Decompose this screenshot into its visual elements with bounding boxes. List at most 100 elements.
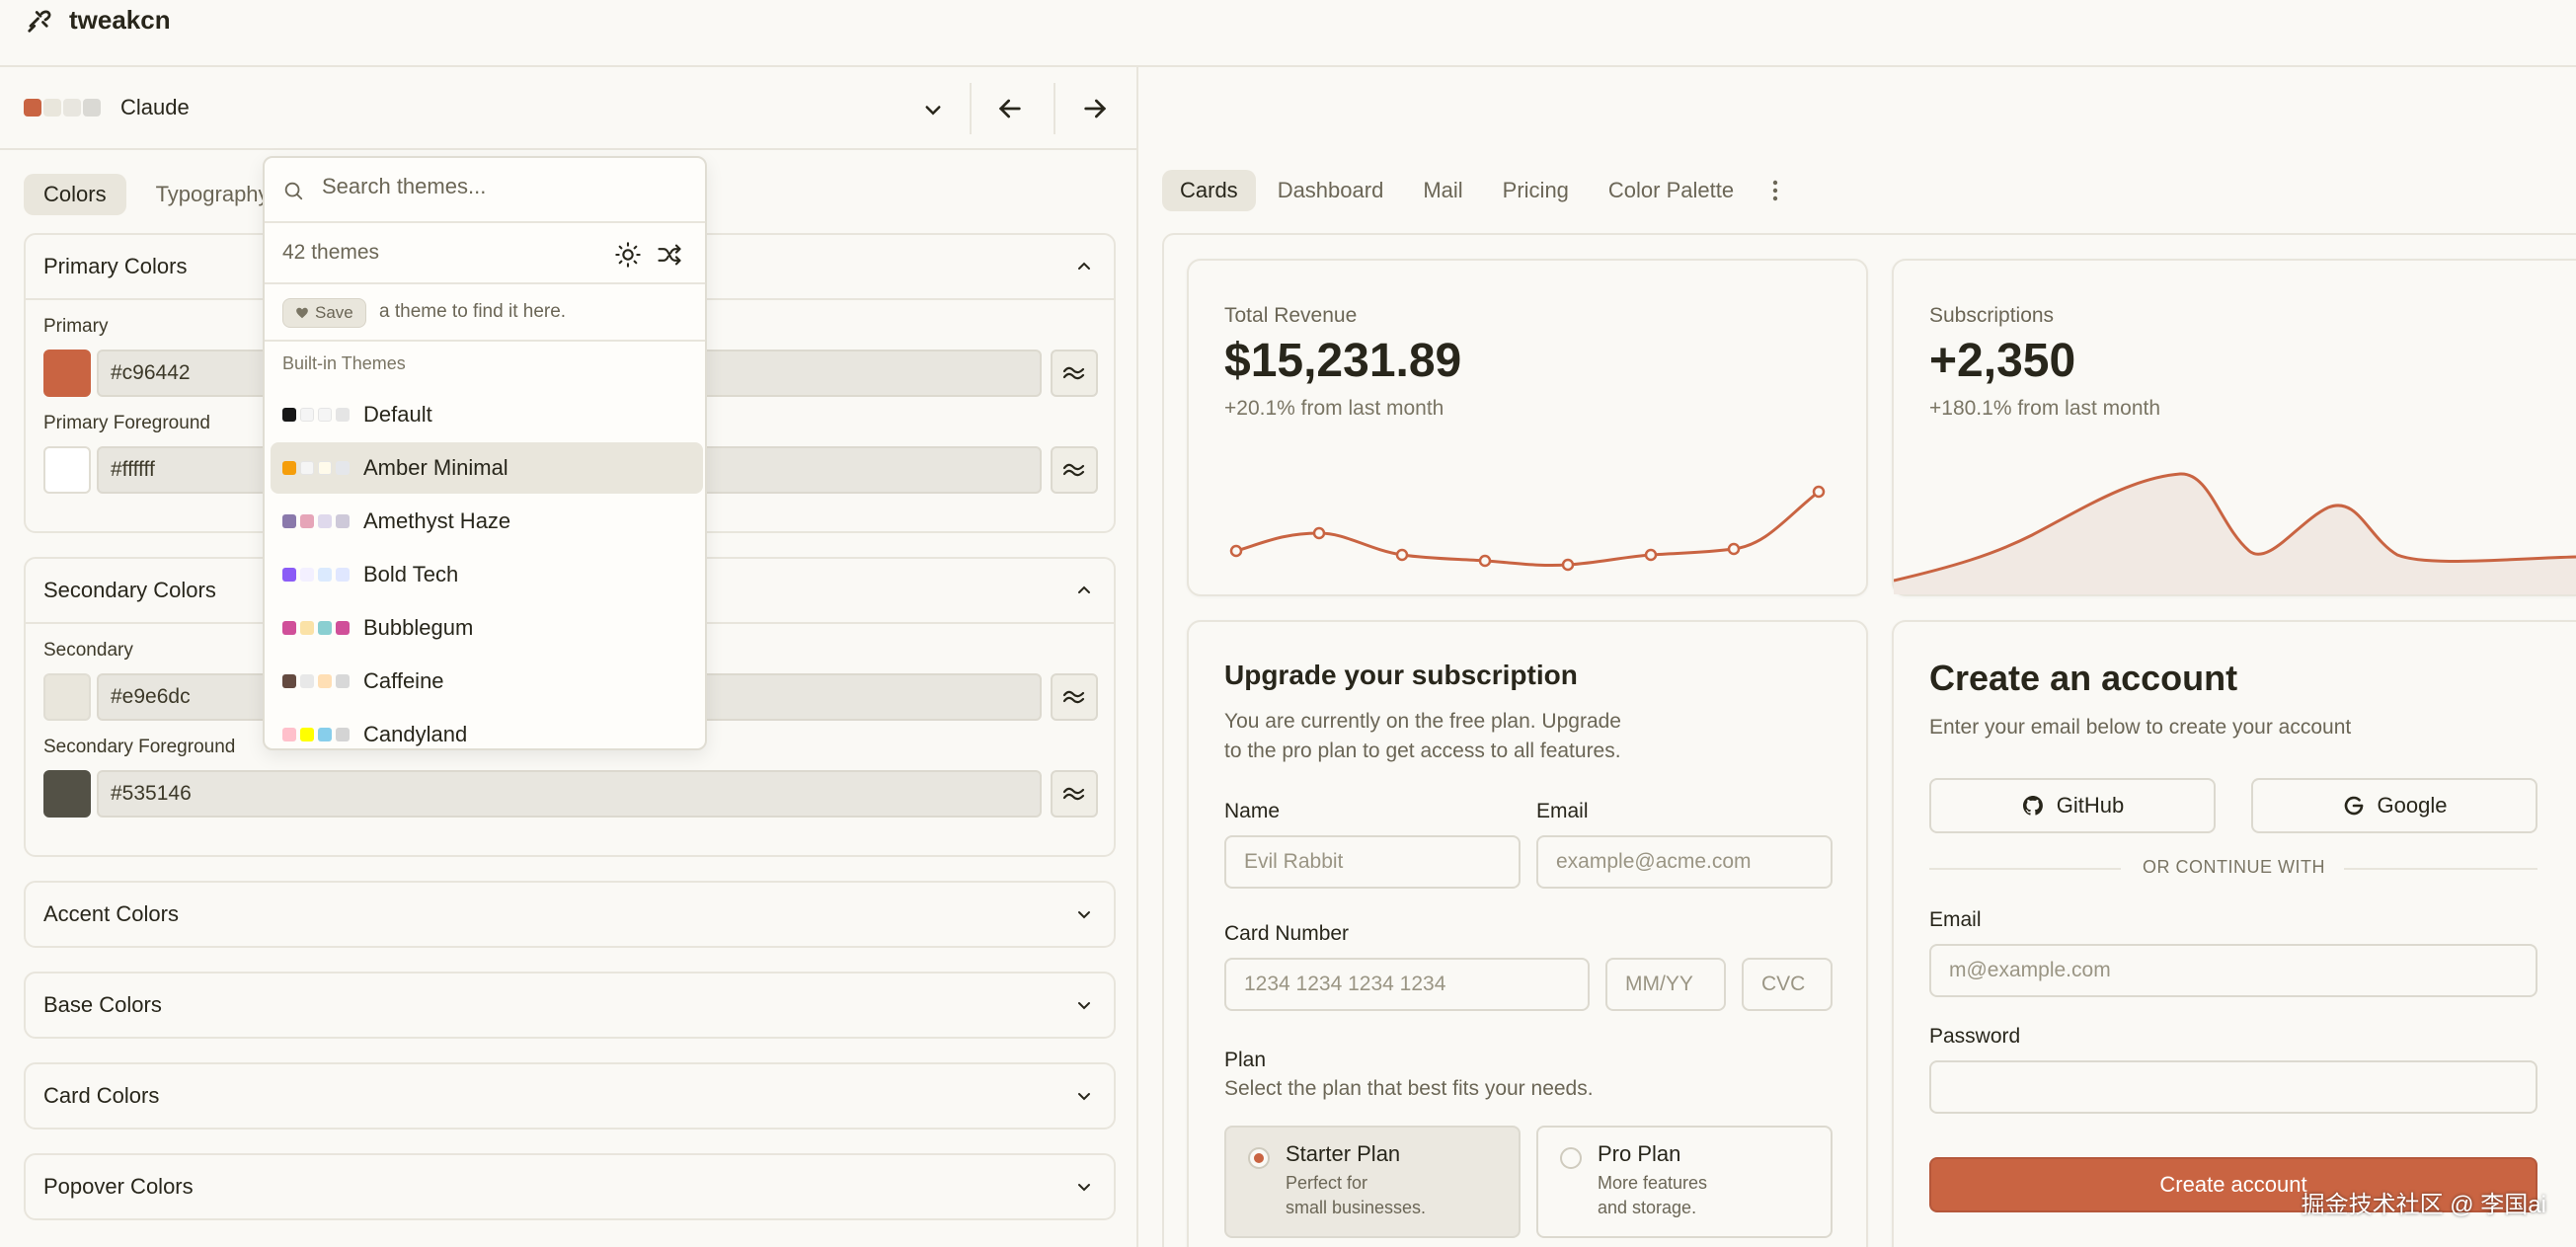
sun-icon[interactable] bbox=[614, 241, 642, 269]
theme-swatch bbox=[24, 99, 41, 117]
preview-panel: Cards Dashboard Mail Pricing Color Palet… bbox=[1140, 150, 2576, 1247]
tailwind-icon bbox=[1062, 366, 1085, 380]
more-vertical-icon[interactable] bbox=[1763, 171, 1787, 210]
tailwind-color-button[interactable] bbox=[1051, 673, 1098, 721]
group-label: Built-in Themes bbox=[282, 353, 406, 373]
tailwind-color-button[interactable] bbox=[1051, 770, 1098, 818]
color-swatch[interactable] bbox=[43, 673, 91, 721]
logo[interactable]: tweakcn bbox=[26, 2, 171, 38]
divider bbox=[2344, 868, 2537, 870]
plan-desc-line: and storage. bbox=[1598, 1198, 1697, 1217]
color-swatch[interactable] bbox=[43, 770, 91, 818]
section-title: Secondary Colors bbox=[43, 578, 216, 602]
base-colors-section[interactable]: Base Colors bbox=[24, 972, 1116, 1039]
email-label: Email bbox=[1929, 908, 1982, 931]
plan-desc: Perfect for small businesses. bbox=[1286, 1171, 1483, 1220]
theme-option-default[interactable]: Default bbox=[271, 389, 703, 440]
plan-option-starter[interactable]: Starter Plan Perfect for small businesse… bbox=[1224, 1126, 1521, 1238]
revenue-line-chart bbox=[1229, 485, 1826, 572]
revenue-card: Total Revenue $15,231.89 +20.1% from las… bbox=[1187, 259, 1868, 596]
password-label: Password bbox=[1929, 1025, 2021, 1048]
tab-dashboard[interactable]: Dashboard bbox=[1260, 170, 1402, 211]
google-button[interactable]: Google bbox=[2251, 778, 2537, 833]
tailwind-color-button[interactable] bbox=[1051, 446, 1098, 494]
theme-search-input[interactable] bbox=[322, 174, 677, 199]
radio-unselected[interactable] bbox=[1560, 1147, 1582, 1169]
name-input[interactable]: Evil Rabbit bbox=[1224, 835, 1521, 889]
email-input[interactable]: m@example.com bbox=[1929, 944, 2537, 997]
kpi-value: $15,231.89 bbox=[1224, 335, 1462, 387]
color-swatch[interactable] bbox=[43, 350, 91, 397]
theme-swatches bbox=[282, 461, 350, 475]
shuffle-icon[interactable] bbox=[656, 241, 683, 269]
divider bbox=[1054, 83, 1055, 134]
theme-option-label: Bubblegum bbox=[363, 615, 474, 640]
password-input[interactable] bbox=[1929, 1060, 2537, 1114]
chevron-down-icon[interactable] bbox=[1072, 902, 1096, 926]
watermark: 掘金技术社区 @ 李国ai bbox=[2301, 1192, 2546, 1218]
theme-swatches bbox=[282, 621, 350, 635]
tailwind-icon bbox=[1062, 463, 1085, 477]
editor-tabs: Colors Typography bbox=[24, 174, 289, 215]
chevron-down-icon[interactable] bbox=[1072, 1084, 1096, 1108]
chevron-up-icon[interactable] bbox=[1072, 579, 1096, 602]
theme-option-bubblegum[interactable]: Bubblegum bbox=[271, 602, 703, 654]
section-title: Popover Colors bbox=[43, 1174, 194, 1199]
theme-dropdown: 42 themes Save a theme to find it here. … bbox=[263, 156, 707, 750]
tab-pricing[interactable]: Pricing bbox=[1485, 170, 1587, 211]
field-label: Secondary bbox=[43, 640, 133, 661]
color-swatch[interactable] bbox=[43, 446, 91, 494]
plan-option-pro[interactable]: Pro Plan More features and storage. bbox=[1536, 1126, 1833, 1238]
chevron-up-icon[interactable] bbox=[1072, 255, 1096, 278]
section-header[interactable]: Popover Colors bbox=[26, 1155, 1114, 1218]
plan-title: Pro Plan bbox=[1598, 1141, 1681, 1166]
card-description-line: to the pro plan to get access to all fea… bbox=[1224, 740, 1621, 762]
tailwind-color-button[interactable] bbox=[1051, 350, 1098, 397]
cvc-input[interactable]: CVC bbox=[1742, 958, 1833, 1011]
github-icon bbox=[2022, 796, 2043, 816]
section-header[interactable]: Card Colors bbox=[26, 1064, 1114, 1128]
save-hint: a theme to find it here. bbox=[379, 301, 567, 322]
card-number-input[interactable]: 1234 1234 1234 1234 bbox=[1224, 958, 1590, 1011]
heart-icon bbox=[296, 307, 308, 319]
current-theme-name[interactable]: Claude bbox=[120, 95, 190, 120]
google-icon bbox=[2344, 796, 2363, 816]
app-name: tweakcn bbox=[69, 4, 171, 35]
chevron-down-icon[interactable] bbox=[918, 95, 948, 124]
radio-selected[interactable] bbox=[1248, 1147, 1270, 1169]
plan-label: Plan bbox=[1224, 1049, 1267, 1071]
theme-option-amber-minimal[interactable]: Amber Minimal bbox=[271, 442, 703, 494]
color-hex-input[interactable]: #535146 bbox=[97, 770, 1042, 818]
tab-colors[interactable]: Colors bbox=[24, 174, 126, 215]
chart-point bbox=[1312, 526, 1326, 540]
popover-colors-section[interactable]: Popover Colors bbox=[24, 1153, 1116, 1220]
accent-colors-section[interactable]: Accent Colors bbox=[24, 881, 1116, 948]
theme-option-caffeine[interactable]: Caffeine bbox=[271, 656, 703, 707]
tab-mail[interactable]: Mail bbox=[1405, 170, 1480, 211]
chart-point bbox=[1812, 485, 1826, 499]
arrow-left-icon[interactable] bbox=[994, 93, 1026, 124]
email-input[interactable]: example@acme.com bbox=[1536, 835, 1833, 889]
theme-selector-bar[interactable]: Claude bbox=[0, 67, 1138, 150]
section-header[interactable]: Base Colors bbox=[26, 974, 1114, 1037]
theme-option-label: Amethyst Haze bbox=[363, 508, 511, 533]
theme-swatch bbox=[83, 99, 101, 117]
tab-cards[interactable]: Cards bbox=[1162, 170, 1256, 211]
theme-option-bold-tech[interactable]: Bold Tech bbox=[271, 549, 703, 600]
section-header[interactable]: Accent Colors bbox=[26, 883, 1114, 946]
tab-color-palette[interactable]: Color Palette bbox=[1591, 170, 1752, 211]
chevron-down-icon[interactable] bbox=[1072, 1175, 1096, 1199]
theme-option-candyland[interactable]: Candyland bbox=[271, 709, 703, 748]
card-colors-section[interactable]: Card Colors bbox=[24, 1062, 1116, 1130]
kpi-sub: +20.1% from last month bbox=[1224, 397, 1444, 420]
expiry-input[interactable]: MM/YY bbox=[1605, 958, 1726, 1011]
save-label: Save bbox=[315, 303, 353, 322]
chevron-down-icon[interactable] bbox=[1072, 993, 1096, 1017]
theme-option-amethyst-haze[interactable]: Amethyst Haze bbox=[271, 496, 703, 547]
chart-point bbox=[1561, 558, 1575, 572]
arrow-right-icon[interactable] bbox=[1079, 93, 1111, 124]
field-label: Primary Foreground bbox=[43, 413, 210, 433]
kpi-value: +2,350 bbox=[1929, 335, 2076, 387]
plan-desc-line: More features bbox=[1598, 1173, 1708, 1193]
github-button[interactable]: GitHub bbox=[1929, 778, 2216, 833]
